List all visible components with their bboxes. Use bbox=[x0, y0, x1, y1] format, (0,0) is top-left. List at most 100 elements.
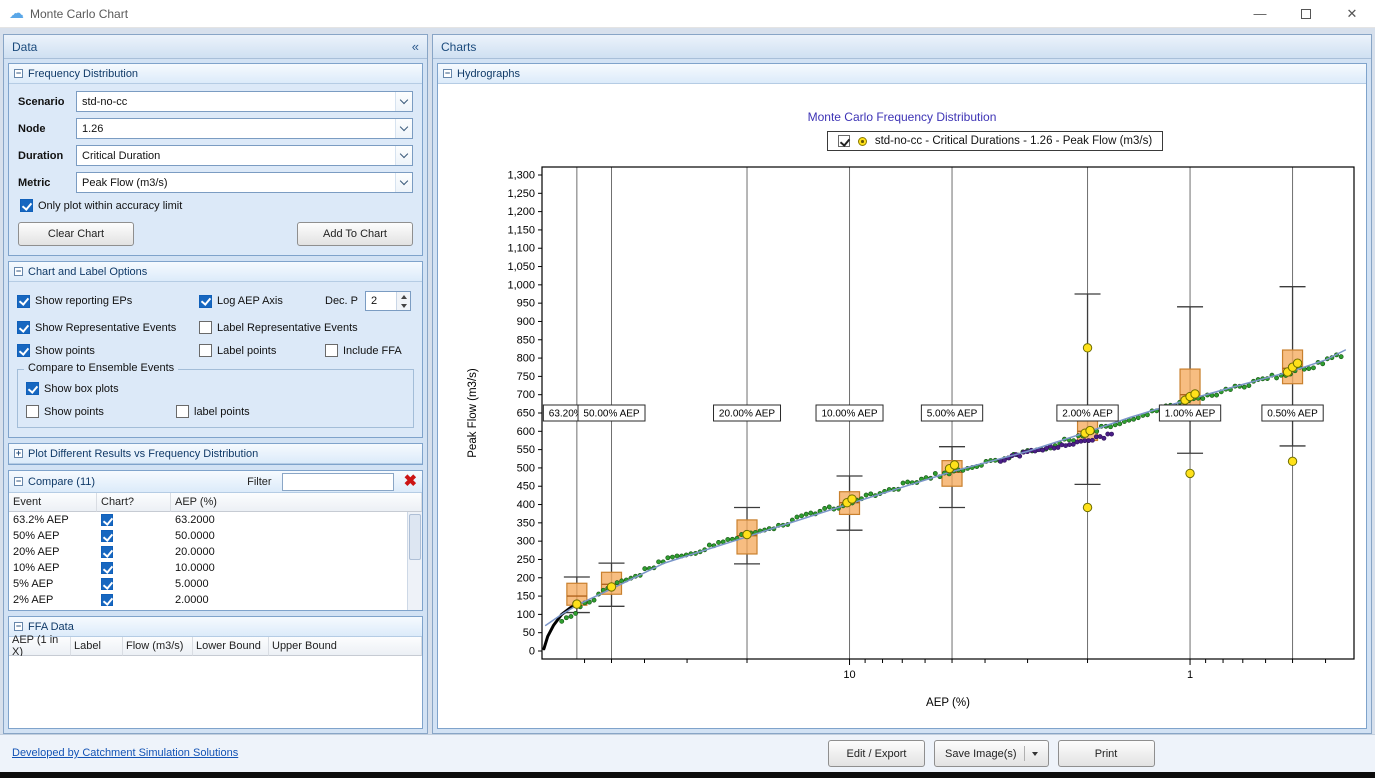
label-points-checkbox[interactable] bbox=[199, 344, 212, 357]
node-value: 1.26 bbox=[77, 119, 395, 138]
show-reporting-eps-label: Show reporting EPs bbox=[35, 295, 132, 307]
compare-chart-checkbox[interactable] bbox=[101, 514, 113, 526]
spin-up-icon[interactable] bbox=[397, 292, 410, 301]
svg-text:1: 1 bbox=[1187, 669, 1193, 681]
svg-text:650: 650 bbox=[517, 408, 535, 420]
accuracy-limit-row: Only plot within accuracy limit bbox=[20, 199, 413, 212]
compare-chart-checkbox[interactable] bbox=[101, 562, 113, 574]
chevron-down-icon[interactable] bbox=[1032, 752, 1038, 756]
chart-label-options-header: − Chart and Label Options bbox=[9, 262, 422, 282]
collapse-box-icon[interactable]: − bbox=[14, 267, 23, 276]
include-ffa-checkbox[interactable] bbox=[325, 344, 338, 357]
show-reporting-eps-checkbox[interactable] bbox=[17, 295, 30, 308]
main-area: Data « − Frequency Distribution Scenario… bbox=[0, 28, 1375, 734]
node-dropdown[interactable]: 1.26 bbox=[76, 118, 413, 139]
show-representative-events-checkbox[interactable] bbox=[17, 321, 30, 334]
developer-link[interactable]: Developed by Catchment Simulation Soluti… bbox=[12, 747, 238, 759]
svg-text:550: 550 bbox=[517, 444, 535, 456]
scenario-dropdown[interactable]: std-no-cc bbox=[76, 91, 413, 112]
collapse-box-icon[interactable]: − bbox=[443, 69, 452, 78]
filter-input[interactable] bbox=[282, 473, 394, 491]
print-button[interactable]: Print bbox=[1058, 740, 1155, 767]
maximize-button[interactable] bbox=[1283, 0, 1329, 27]
compare-event-cell: 10% AEP bbox=[9, 560, 97, 576]
svg-text:0: 0 bbox=[529, 646, 535, 658]
scenario-row: Scenario std-no-cc bbox=[18, 91, 413, 112]
compare-chart-cell bbox=[97, 528, 171, 544]
compare-event-cell: 5% AEP bbox=[9, 576, 97, 592]
show-representative-events-label: Show Representative Events bbox=[35, 322, 176, 334]
compare-title: Compare (11) bbox=[28, 476, 95, 488]
compare-scrollbar[interactable] bbox=[407, 512, 422, 610]
svg-text:450: 450 bbox=[517, 481, 535, 493]
compare-aep-cell: 5.0000 bbox=[171, 576, 422, 592]
collapse-box-icon[interactable]: − bbox=[14, 622, 23, 631]
dec-p-spinner[interactable]: 2 bbox=[365, 291, 411, 311]
log-aep-axis-row: Log AEP Axis bbox=[199, 295, 325, 308]
dec-p-label: Dec. P bbox=[325, 295, 358, 307]
compare-chart-checkbox[interactable] bbox=[101, 594, 113, 606]
ffa-column-flow[interactable]: Flow (m3/s) bbox=[123, 637, 193, 656]
ffa-column-aep[interactable]: AEP (1 in X) bbox=[9, 637, 71, 656]
spin-down-icon[interactable] bbox=[397, 301, 410, 310]
legend-series-label: std-no-cc - Critical Durations - 1.26 - … bbox=[875, 135, 1152, 147]
compare-chart-checkbox[interactable] bbox=[101, 530, 113, 542]
charts-panel-body: − Hydrographs Monte Carlo Frequency Dist… bbox=[433, 59, 1371, 733]
ensemble-label-points-checkbox[interactable] bbox=[176, 405, 189, 418]
metric-label: Metric bbox=[18, 177, 76, 189]
save-images-button[interactable]: Save Image(s) bbox=[934, 740, 1049, 767]
log-aep-axis-checkbox[interactable] bbox=[199, 295, 212, 308]
svg-text:50.00% AEP: 50.00% AEP bbox=[583, 409, 639, 420]
add-to-chart-button[interactable]: Add To Chart bbox=[297, 222, 413, 246]
svg-text:750: 750 bbox=[517, 371, 535, 383]
data-panel: Data « − Frequency Distribution Scenario… bbox=[3, 34, 428, 734]
plot-different-results-header: + Plot Different Results vs Frequency Di… bbox=[9, 444, 422, 464]
collapse-box-icon[interactable]: − bbox=[14, 69, 23, 78]
accuracy-limit-checkbox[interactable] bbox=[20, 199, 33, 212]
expand-box-icon[interactable]: + bbox=[14, 449, 23, 458]
collapse-box-icon[interactable]: − bbox=[14, 477, 23, 486]
compare-chart-checkbox[interactable] bbox=[101, 578, 113, 590]
compare-table-row: 10% AEP10.0000 bbox=[9, 560, 422, 576]
duration-dropdown[interactable]: Critical Duration bbox=[76, 145, 413, 166]
ffa-column-label[interactable]: Label bbox=[71, 637, 123, 656]
compare-table-row: 63.2% AEP63.2000 bbox=[9, 512, 422, 528]
column-header-chart[interactable]: Chart? bbox=[97, 493, 171, 512]
edit-export-button[interactable]: Edit / Export bbox=[828, 740, 925, 767]
frequency-distribution-body: Scenario std-no-cc Node 1.26 bbox=[9, 84, 422, 255]
clear-chart-button[interactable]: Clear Chart bbox=[18, 222, 134, 246]
include-ffa-label: Include FFA bbox=[343, 345, 402, 357]
show-box-plots-checkbox[interactable] bbox=[26, 382, 39, 395]
legend-series-marker-icon bbox=[858, 137, 867, 146]
frequency-distribution-header: − Frequency Distribution bbox=[9, 64, 422, 84]
footer-buttons: Edit / Export Save Image(s) Print bbox=[828, 740, 1155, 767]
compare-chart-checkbox[interactable] bbox=[101, 546, 113, 558]
scrollbar-thumb[interactable] bbox=[409, 514, 421, 560]
close-button[interactable]: ✕ bbox=[1329, 0, 1375, 27]
label-representative-events-checkbox[interactable] bbox=[199, 321, 212, 334]
svg-text:0.50% AEP: 0.50% AEP bbox=[1267, 409, 1318, 420]
metric-dropdown[interactable]: Peak Flow (m3/s) bbox=[76, 172, 413, 193]
show-points-checkbox[interactable] bbox=[17, 344, 30, 357]
compare-aep-cell: 2.0000 bbox=[171, 592, 422, 608]
minimize-button[interactable]: — bbox=[1237, 0, 1283, 27]
clear-filter-icon[interactable]: ✖ bbox=[404, 474, 417, 490]
svg-text:250: 250 bbox=[517, 554, 535, 566]
compare-event-cell: 63.2% AEP bbox=[9, 512, 97, 528]
label-points-label: Label points bbox=[217, 345, 276, 357]
node-label: Node bbox=[18, 123, 76, 135]
collapse-panel-button[interactable]: « bbox=[412, 39, 419, 54]
compare-table-header: Event Chart? AEP (%) bbox=[9, 493, 422, 512]
button-divider bbox=[1024, 746, 1025, 761]
column-header-aep[interactable]: AEP (%) bbox=[171, 493, 422, 512]
svg-text:100: 100 bbox=[517, 609, 535, 621]
legend-series-checkbox[interactable] bbox=[838, 135, 850, 147]
legend-wrapper: std-no-cc - Critical Durations - 1.26 - … bbox=[438, 131, 1366, 151]
column-header-event[interactable]: Event bbox=[9, 493, 97, 512]
svg-text:1,250: 1,250 bbox=[507, 188, 535, 200]
svg-text:1,150: 1,150 bbox=[507, 224, 535, 236]
frequency-distribution-group: − Frequency Distribution Scenario std-no… bbox=[8, 63, 423, 256]
ensemble-show-points-checkbox[interactable] bbox=[26, 405, 39, 418]
ffa-column-upper[interactable]: Upper Bound bbox=[269, 637, 422, 656]
ffa-column-lower[interactable]: Lower Bound bbox=[193, 637, 269, 656]
